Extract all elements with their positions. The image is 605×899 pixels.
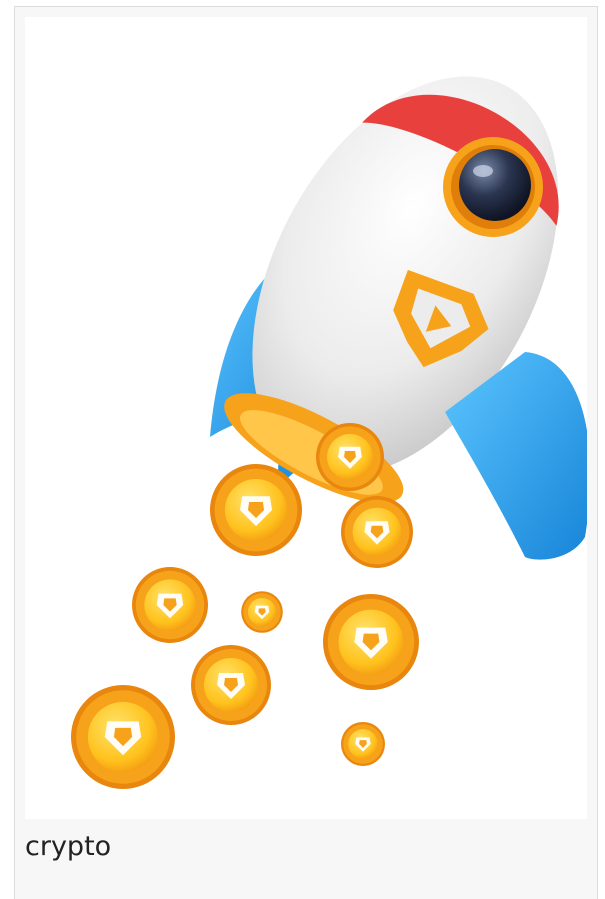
image-card[interactable]: crypto — [14, 6, 598, 899]
coins — [71, 423, 419, 789]
rocket-illustration — [71, 76, 587, 789]
rocket-window — [443, 137, 543, 237]
card-caption[interactable]: crypto — [25, 825, 111, 869]
card-image[interactable] — [25, 17, 587, 819]
